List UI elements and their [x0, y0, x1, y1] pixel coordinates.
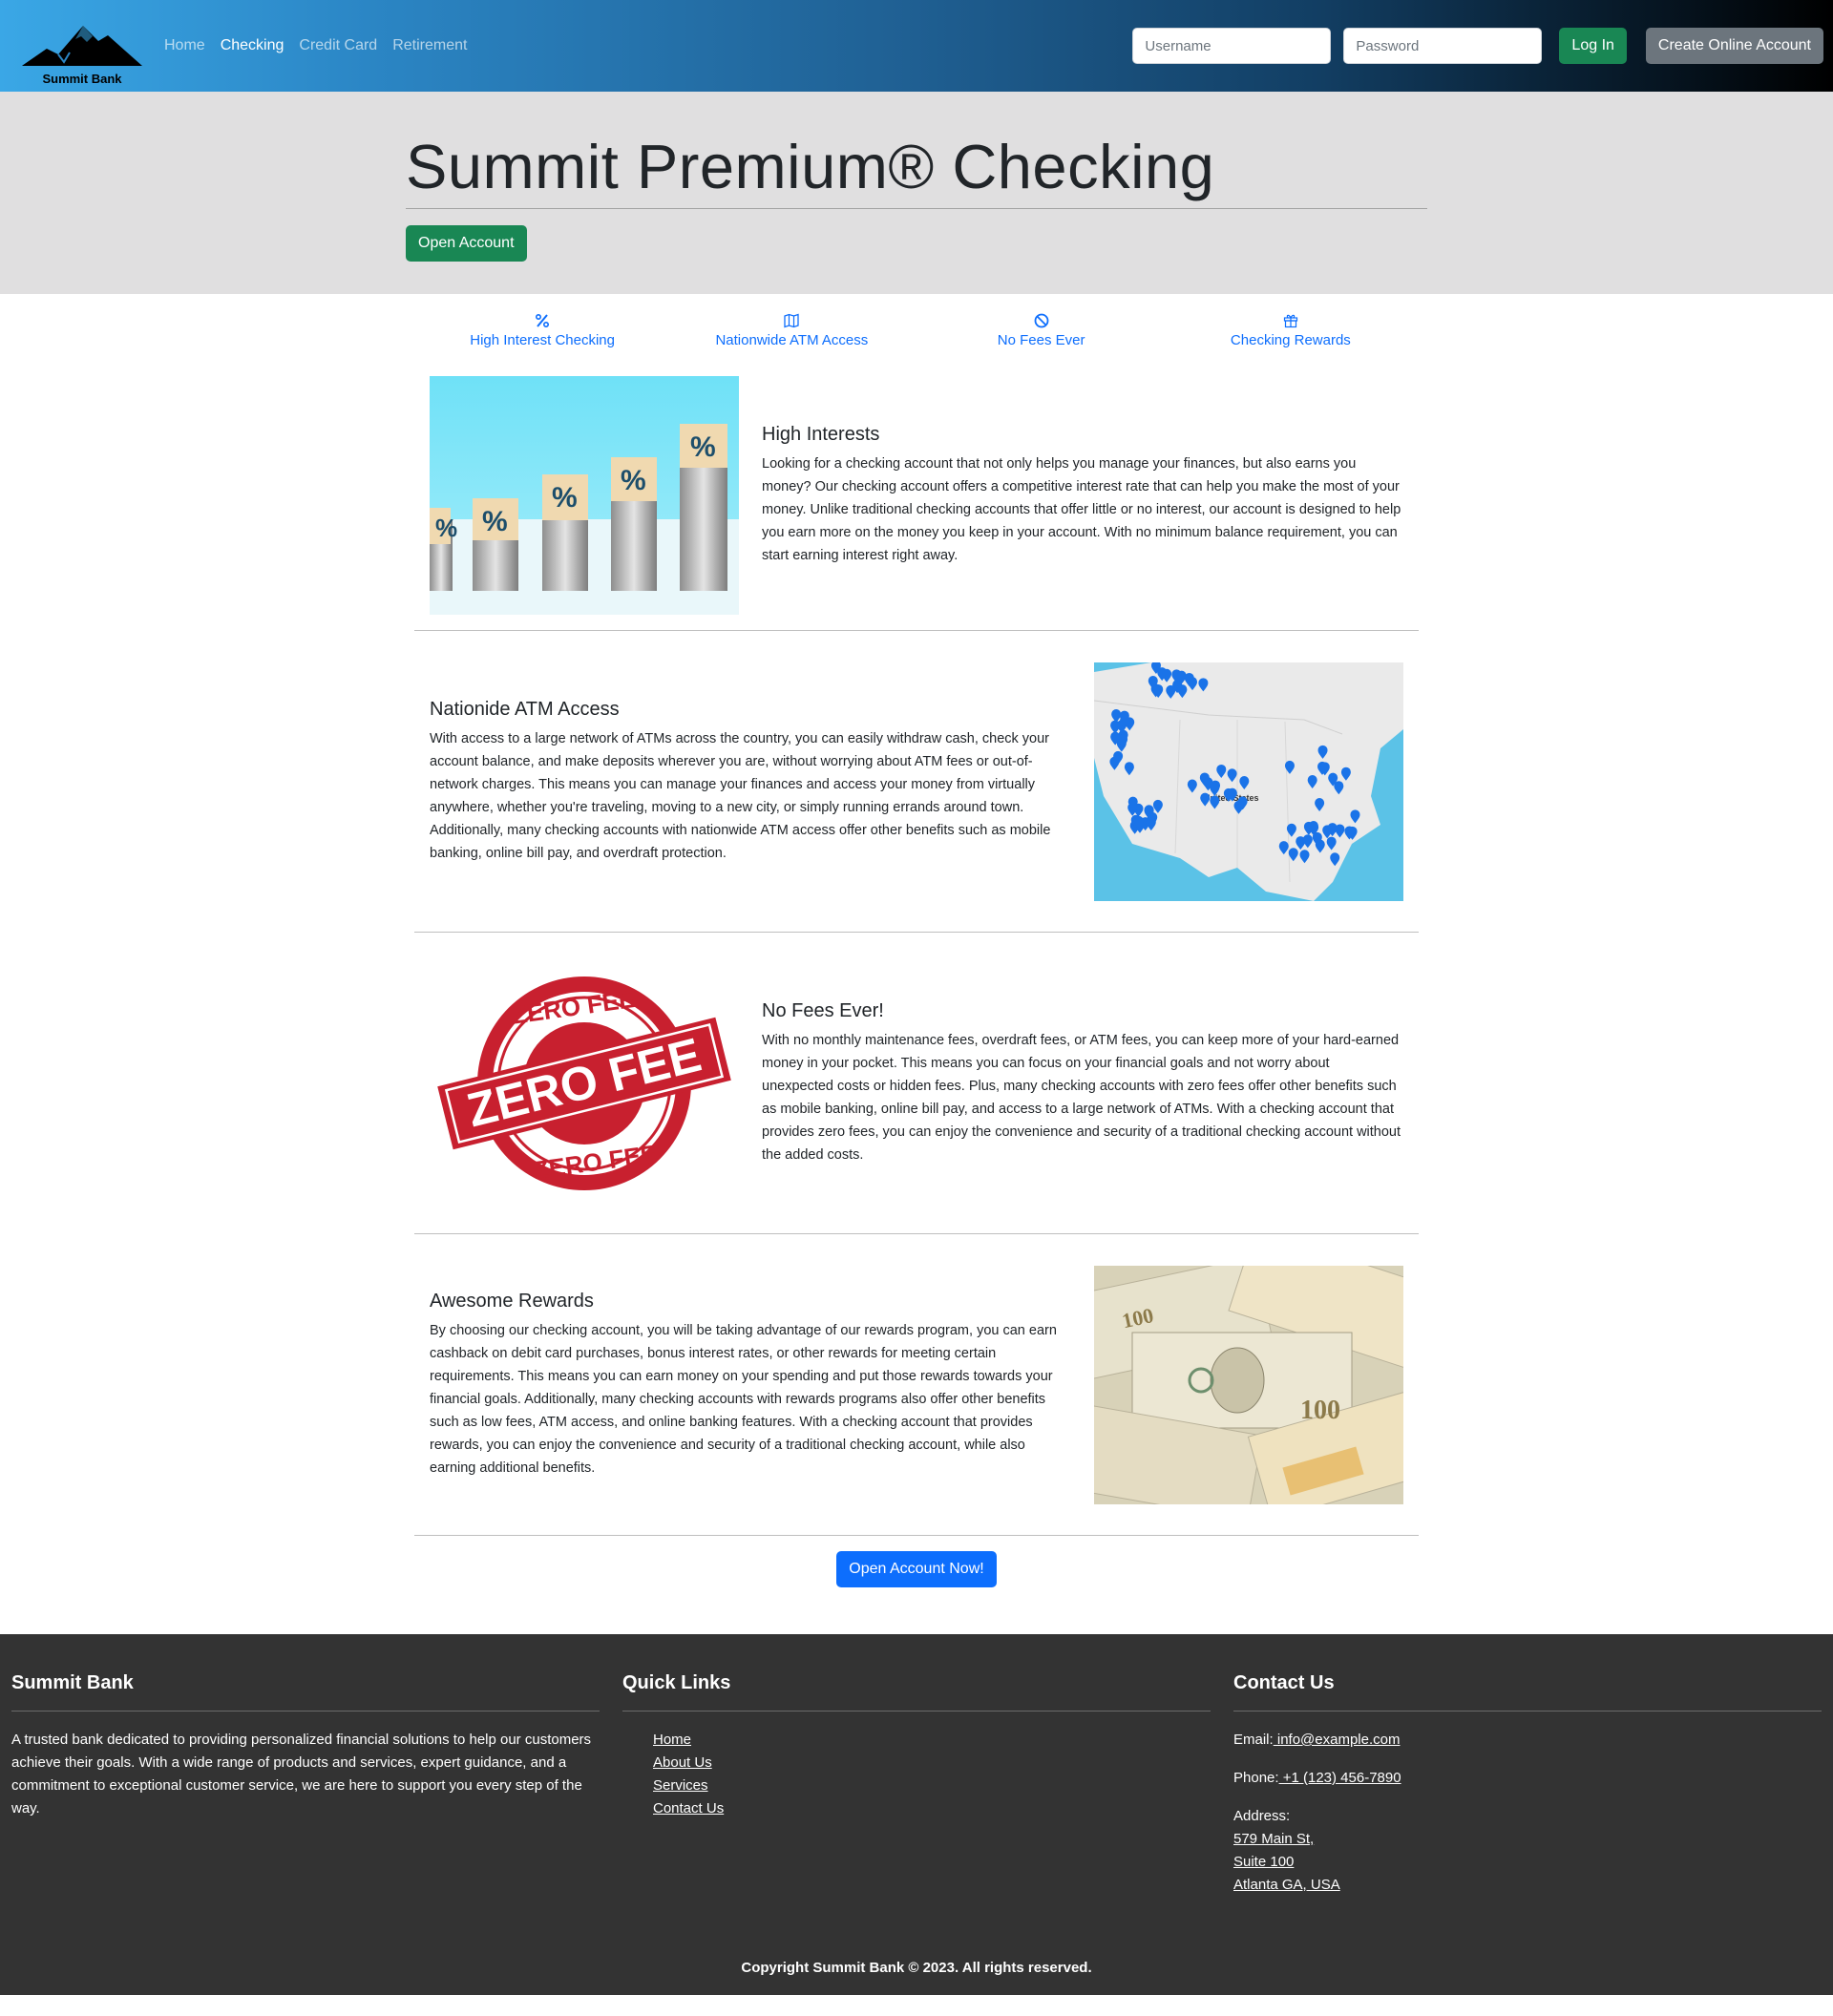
email-label: Email:	[1233, 1732, 1274, 1748]
coin-percent-label-5: %	[690, 431, 716, 463]
dollar-bills-image: 100 100	[1094, 1265, 1403, 1504]
section-body: With access to a large network of ATMs a…	[430, 730, 1051, 861]
section-rewards: Awesome Rewards By choosing our checking…	[414, 1234, 1419, 1535]
login-button[interactable]: Log In	[1559, 28, 1627, 64]
hero-divider	[406, 208, 1427, 209]
address-line[interactable]: Suite 100	[1233, 1854, 1294, 1870]
create-online-account-button[interactable]: Create Online Account	[1645, 28, 1823, 64]
feature-label: Checking Rewards	[1230, 332, 1351, 348]
footer-about-text: A trusted bank dedicated to providing pe…	[11, 1732, 592, 1816]
contact-address: Address: 579 Main St, Suite 100 Atlanta …	[1233, 1805, 1822, 1897]
section-title: Awesome Rewards	[430, 1290, 594, 1312]
address-line[interactable]: Atlanta GA, USA	[1233, 1877, 1340, 1893]
hero-section: Summit Premium® Checking Open Account	[0, 92, 1833, 294]
footer-link-about-us[interactable]: About Us	[653, 1754, 712, 1771]
contact-email: Email: info@example.com	[1233, 1729, 1822, 1752]
atm-map-image: United States	[1094, 662, 1403, 901]
footer-contact-title: Contact Us	[1233, 1672, 1335, 1693]
percent-icon	[536, 313, 550, 328]
footer-link-services[interactable]: Services	[653, 1777, 708, 1794]
footer-contact: Contact Us Email: info@example.com Phone…	[1233, 1672, 1822, 1912]
section-body: Looking for a checking account that not …	[762, 456, 1401, 563]
footer-about-title: Summit Bank	[11, 1672, 134, 1693]
section-atm-access: Nationide ATM Access With access to a la…	[414, 631, 1419, 932]
coin-percent-label-1: %	[435, 514, 457, 542]
phone-label: Phone:	[1233, 1770, 1279, 1786]
address-line[interactable]: 579 Main St,	[1233, 1831, 1314, 1847]
email-link[interactable]: info@example.com	[1274, 1732, 1401, 1748]
footer-quick-links: Quick Links Home About Us Services Conta…	[622, 1672, 1211, 1912]
ban-icon	[1034, 313, 1049, 328]
nav-links: Home Checking Credit Card Retirement	[164, 37, 467, 54]
nav-link-retirement[interactable]: Retirement	[392, 37, 467, 54]
section-body: With no monthly maintenance fees, overdr…	[762, 1032, 1401, 1163]
feature-high-interest[interactable]: High Interest Checking	[418, 313, 667, 361]
feature-label: Nationwide ATM Access	[715, 332, 869, 348]
footer-links-title: Quick Links	[622, 1672, 731, 1693]
section-high-interests: % % % % % High Interests Looking for a c…	[414, 361, 1419, 630]
phone-link[interactable]: +1 (123) 456-7890	[1279, 1770, 1401, 1786]
nav-link-credit-card[interactable]: Credit Card	[299, 37, 377, 54]
feature-atm-access[interactable]: Nationwide ATM Access	[667, 313, 916, 361]
login-form: Log In Create Online Account	[1132, 28, 1823, 64]
contact-phone: Phone: +1 (123) 456-7890	[1233, 1767, 1822, 1790]
nav-link-checking[interactable]: Checking	[221, 37, 284, 54]
page-footer: Summit Bank A trusted bank dedicated to …	[0, 1634, 1833, 1995]
username-input[interactable]	[1132, 28, 1332, 64]
coin-percent-label-3: %	[552, 482, 578, 514]
coin-percent-label-4: %	[621, 465, 646, 496]
footer-link-home[interactable]: Home	[653, 1732, 691, 1748]
feature-label: High Interest Checking	[470, 332, 615, 348]
open-account-button[interactable]: Open Account	[406, 225, 527, 262]
map-icon	[784, 313, 800, 328]
open-account-now-button[interactable]: Open Account Now!	[836, 1551, 997, 1587]
mountain-logo-icon	[22, 26, 142, 66]
cta-row: Open Account Now!	[414, 1536, 1419, 1634]
nav-link-home[interactable]: Home	[164, 37, 205, 54]
footer-link-contact-us[interactable]: Contact Us	[653, 1800, 724, 1816]
top-navbar: Summit Bank Home Checking Credit Card Re…	[0, 0, 1833, 92]
section-body: By choosing our checking account, you wi…	[430, 1322, 1057, 1476]
zero-fee-stamp-image: ZERO FEE ZERO FEE ZERO FEE	[430, 963, 739, 1203]
address-label: Address:	[1233, 1808, 1291, 1824]
brand-name: Summit Bank	[42, 72, 122, 86]
feature-label: No Fees Ever	[997, 332, 1085, 348]
feature-sections: % % % % % High Interests Looking for a c…	[414, 361, 1419, 1634]
footer-about: Summit Bank A trusted bank dedicated to …	[11, 1672, 600, 1912]
coins-percent-image: % % % % %	[430, 376, 739, 615]
feature-links: High Interest Checking Nationwide ATM Ac…	[418, 294, 1416, 361]
section-title: High Interests	[762, 424, 880, 445]
section-title: No Fees Ever!	[762, 999, 884, 1021]
copyright-text: Copyright Summit Bank © 2023. All rights…	[741, 1960, 1092, 1976]
section-title: Nationide ATM Access	[430, 698, 620, 720]
coin-percent-label-2: %	[482, 506, 508, 537]
section-no-fees: ZERO FEE ZERO FEE ZERO FEE No Fees Ever!…	[414, 933, 1419, 1233]
brand-logo[interactable]: Summit Bank	[19, 6, 145, 86]
bill-denomination-label: 100	[1300, 1396, 1340, 1425]
password-input[interactable]	[1343, 28, 1543, 64]
page-title: Summit Premium® Checking	[406, 132, 1215, 201]
gift-icon	[1283, 314, 1297, 328]
feature-no-fees[interactable]: No Fees Ever	[916, 313, 1166, 361]
feature-rewards[interactable]: Checking Rewards	[1166, 313, 1415, 361]
